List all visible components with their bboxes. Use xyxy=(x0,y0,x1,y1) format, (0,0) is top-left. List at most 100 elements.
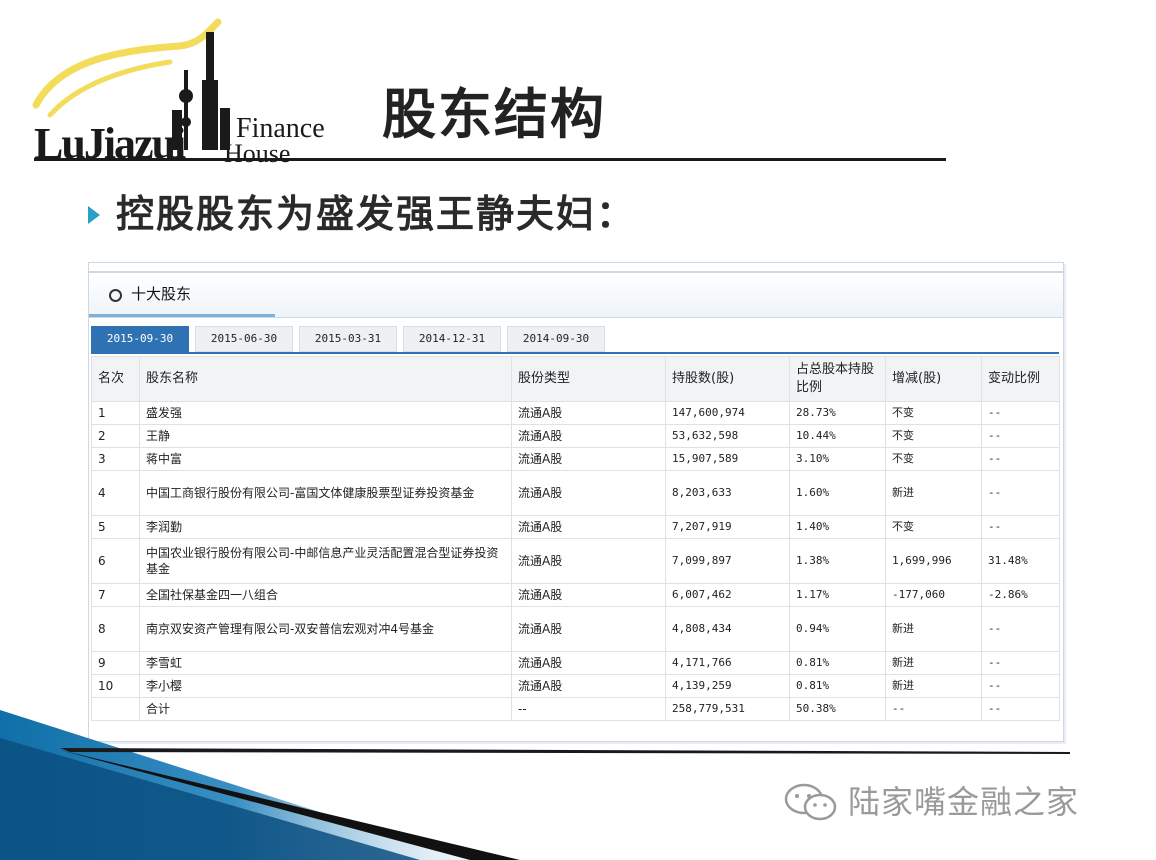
cell-holder-name: 蒋中富 xyxy=(139,447,512,471)
header-change-ratio: 变动比例 xyxy=(981,356,1060,402)
header-share-type: 股份类型 xyxy=(511,356,666,402)
cell-holding-ratio: 3.10% xyxy=(789,447,886,471)
cell-holding-ratio: 1.38% xyxy=(789,538,886,584)
circle-icon xyxy=(109,289,122,302)
cell-share-type: 流通A股 xyxy=(511,606,666,652)
cell-shares-held: 4,171,766 xyxy=(665,651,790,675)
bullet-arrow-icon xyxy=(88,206,100,224)
cell-shares-held: 7,207,919 xyxy=(665,515,790,539)
cell-share-type: 流通A股 xyxy=(511,447,666,471)
cell-change-ratio: -- xyxy=(981,470,1060,516)
cell-change: 新进 xyxy=(885,606,982,652)
cell-holding-ratio: 10.44% xyxy=(789,424,886,448)
cell-change: 不变 xyxy=(885,401,982,425)
tab-2014-09-30[interactable]: 2014-09-30 xyxy=(507,326,605,352)
cell-holding-ratio: 1.60% xyxy=(789,470,886,516)
cell-rank: 1 xyxy=(91,401,140,425)
cell-change-ratio: -- xyxy=(981,606,1060,652)
cell-change-ratio: -- xyxy=(981,515,1060,539)
cell-shares-held: 15,907,589 xyxy=(665,447,790,471)
top-ten-shareholders-panel: 十大股东 2015-09-30 2015-06-30 2015-03-31 20… xyxy=(88,262,1064,742)
cell-holding-ratio: 0.81% xyxy=(789,651,886,675)
cell-change-ratio: -- xyxy=(981,651,1060,675)
table-row: 1 盛发强 流通A股 147,600,974 28.73% 不变 -- xyxy=(91,401,1060,425)
header-rank: 名次 xyxy=(91,356,140,402)
cell-change: -177,060 xyxy=(885,583,982,607)
cell-rank: 5 xyxy=(91,515,140,539)
cell-holder-name: 李雪虹 xyxy=(139,651,512,675)
lujiazui-finance-house-logo: LuJiazui Finance House xyxy=(30,10,360,168)
cell-shares-held: 8,203,633 xyxy=(665,470,790,516)
cell-rank: 3 xyxy=(91,447,140,471)
header-shares-held: 持股数(股) xyxy=(665,356,790,402)
cell-shares-held: 147,600,974 xyxy=(665,401,790,425)
cell-holding-ratio: 0.94% xyxy=(789,606,886,652)
cell-change: 1,699,996 xyxy=(885,538,982,584)
cell-change-ratio: -2.86% xyxy=(981,583,1060,607)
cell-holder-name: 中国工商银行股份有限公司-富国文体健康股票型证券投资基金 xyxy=(139,470,512,516)
watermark-text: 陆家嘴金融之家 xyxy=(848,783,1080,821)
cell-holder-name: 南京双安资产管理有限公司-双安普信宏观对冲4号基金 xyxy=(139,606,512,652)
table-header-row: 名次 股东名称 股份类型 持股数(股) 占总股本持股比例 增减(股) 变动比例 xyxy=(91,356,1060,402)
watermark: 陆家嘴金融之家 xyxy=(782,778,1142,826)
cell-holder-name: 全国社保基金四一八组合 xyxy=(139,583,512,607)
slide-subtitle: 控股股东为盛发强王静夫妇： xyxy=(116,192,637,236)
panel-header: 十大股东 xyxy=(89,271,1063,318)
cell-rank: 8 xyxy=(91,606,140,652)
table-row: 8 南京双安资产管理有限公司-双安普信宏观对冲4号基金 流通A股 4,808,434 0… xyxy=(91,606,1060,652)
table-row: 5 李润勤 流通A股 7,207,919 1.40% 不变 -- xyxy=(91,515,1060,539)
cell-change: 新进 xyxy=(885,470,982,516)
table-row: 2 王静 流通A股 53,632,598 10.44% 不变 -- xyxy=(91,424,1060,448)
tab-2015-06-30[interactable]: 2015-06-30 xyxy=(195,326,293,352)
cell-holding-ratio: 1.40% xyxy=(789,515,886,539)
panel-title: 十大股东 xyxy=(131,285,192,303)
header-change: 增减(股) xyxy=(885,356,982,402)
cell-rank: 7 xyxy=(91,583,140,607)
table-row: 4 中国工商银行股份有限公司-富国文体健康股票型证券投资基金 流通A股 8,203,6… xyxy=(91,470,1060,516)
shareholders-table: 名次 股东名称 股份类型 持股数(股) 占总股本持股比例 增减(股) 变动比例 … xyxy=(91,356,1060,721)
panel-title-underline xyxy=(89,314,275,317)
cell-holding-ratio: 1.17% xyxy=(789,583,886,607)
cell-holder-name: 中国农业银行股份有限公司-中邮信息产业灵活配置混合型证券投资基金 xyxy=(139,538,512,584)
tab-underline xyxy=(91,352,1059,354)
tab-2015-03-31[interactable]: 2015-03-31 xyxy=(299,326,397,352)
table-row: 6 中国农业银行股份有限公司-中邮信息产业灵活配置混合型证券投资基金 流通A股 7,0… xyxy=(91,538,1060,584)
cell-change-ratio: 31.48% xyxy=(981,538,1060,584)
cell-shares-held: 4,808,434 xyxy=(665,606,790,652)
cell-shares-held: 6,007,462 xyxy=(665,583,790,607)
header-holder-name: 股东名称 xyxy=(139,356,512,402)
cell-rank: 2 xyxy=(91,424,140,448)
cell-holder-name: 盛发强 xyxy=(139,401,512,425)
cell-share-type: 流通A股 xyxy=(511,583,666,607)
tab-2015-09-30[interactable]: 2015-09-30 xyxy=(91,326,189,352)
table-row: 7 全国社保基金四一八组合 流通A股 6,007,462 1.17% -177,060 -2… xyxy=(91,583,1060,607)
cell-share-type: 流通A股 xyxy=(511,401,666,425)
cell-holding-ratio: 28.73% xyxy=(789,401,886,425)
cell-share-type: 流通A股 xyxy=(511,515,666,539)
cell-change-ratio: -- xyxy=(981,401,1060,425)
slide-title: 股东结构 xyxy=(382,83,606,146)
cell-share-type: 流通A股 xyxy=(511,538,666,584)
tab-2014-12-31[interactable]: 2014-12-31 xyxy=(403,326,501,352)
cell-change: 不变 xyxy=(885,447,982,471)
cell-change: 不变 xyxy=(885,424,982,448)
title-divider xyxy=(34,158,946,161)
cell-rank: 4 xyxy=(91,470,140,516)
wechat-icon xyxy=(784,783,837,821)
table-row: 3 蒋中富 流通A股 15,907,589 3.10% 不变 -- xyxy=(91,447,1060,471)
decorative-sweep xyxy=(0,710,1070,860)
cell-shares-held: 53,632,598 xyxy=(665,424,790,448)
cell-change-ratio: -- xyxy=(981,447,1060,471)
table-row: 9 李雪虹 流通A股 4,171,766 0.81% 新进 -- xyxy=(91,651,1060,675)
cell-change: 新进 xyxy=(885,651,982,675)
cell-share-type: 流通A股 xyxy=(511,470,666,516)
cell-change: 不变 xyxy=(885,515,982,539)
cell-change-ratio: -- xyxy=(981,424,1060,448)
cell-rank: 9 xyxy=(91,651,140,675)
cell-share-type: 流通A股 xyxy=(511,651,666,675)
cell-shares-held: 7,099,897 xyxy=(665,538,790,584)
logo-house-text: House xyxy=(224,139,291,168)
header-holding-ratio: 占总股本持股比例 xyxy=(789,356,886,402)
cell-holder-name: 李润勤 xyxy=(139,515,512,539)
date-tabs: 2015-09-30 2015-06-30 2015-03-31 2014-12… xyxy=(91,326,611,352)
